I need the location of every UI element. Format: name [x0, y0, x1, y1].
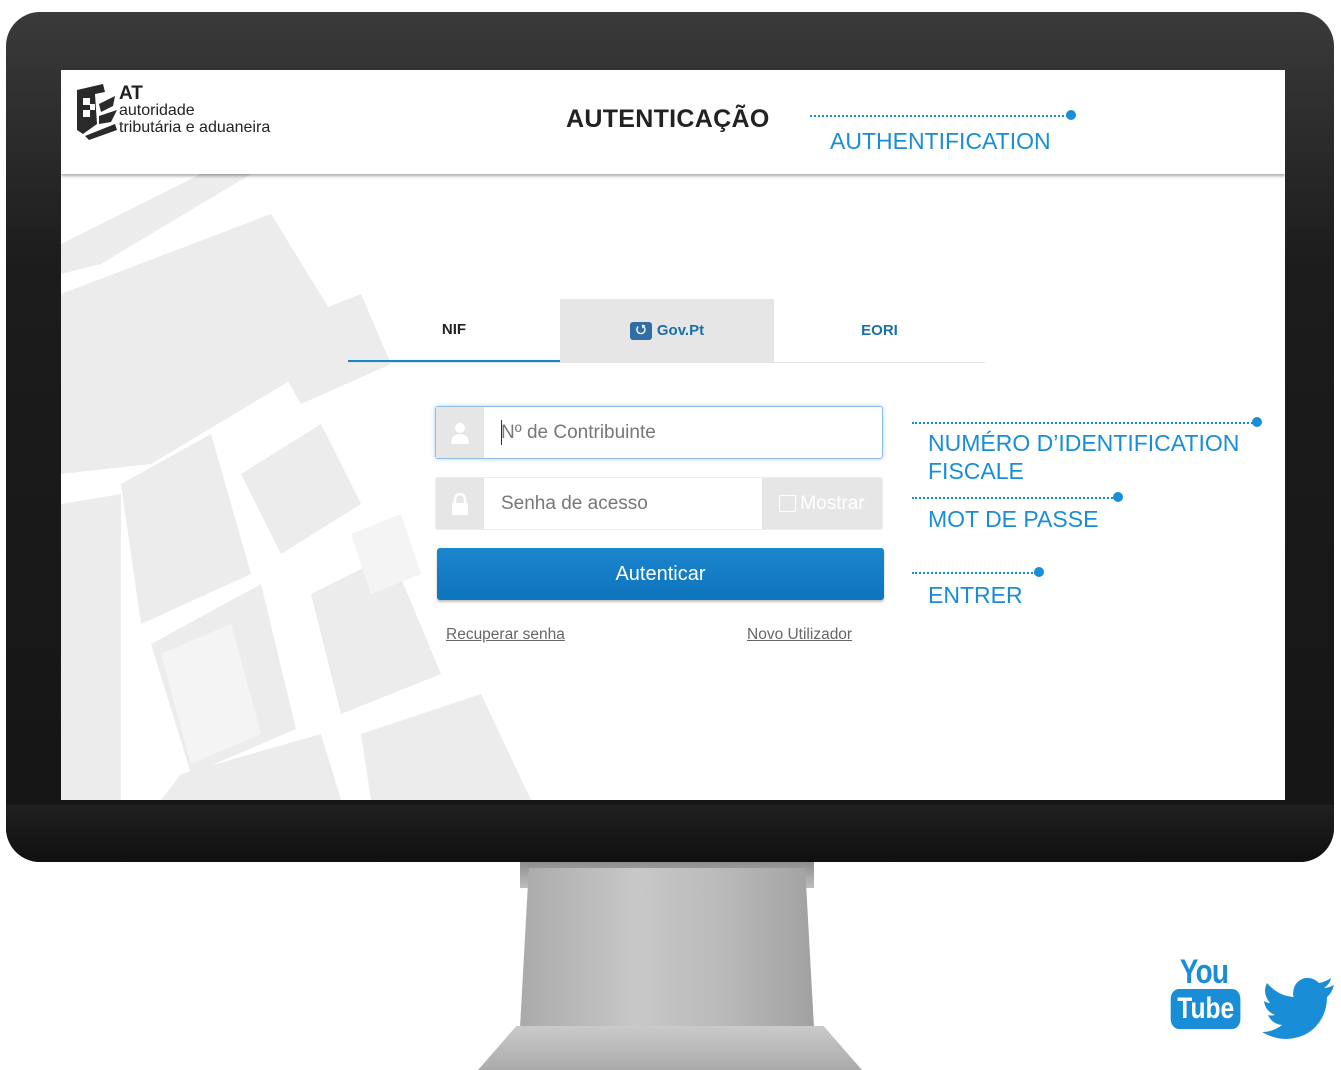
monitor-stand-base: [478, 1026, 862, 1070]
nif-field: [435, 406, 883, 459]
user-icon: [436, 407, 484, 458]
annotation-nif-line-2: FISCALE: [928, 458, 1024, 484]
annotation-password-text: MOT DE PASSE: [928, 506, 1099, 532]
password-input[interactable]: [484, 478, 761, 529]
annotation-nif-line: [912, 422, 1256, 424]
new-user-link[interactable]: Novo Utilizador: [747, 626, 852, 644]
annotation-title-line: [810, 115, 1068, 117]
monitor-chin: [6, 805, 1334, 862]
header-bar: AT autoridade tributária e aduaneira AUT…: [61, 70, 1285, 174]
page-title: AUTENTICAÇÃO: [566, 105, 770, 133]
annotation-nif-dot: [1252, 417, 1262, 427]
tab-nif[interactable]: NIF: [348, 299, 560, 362]
annotation-password-dot: [1113, 492, 1123, 502]
annotation-nif-line-1: NUMÉRO D’IDENTIFICATION: [928, 430, 1240, 456]
annotation-submit-text: ENTRER: [928, 582, 1023, 608]
annotation-submit-line: [912, 572, 1036, 574]
twitter-bird-icon[interactable]: [1262, 977, 1336, 1039]
monitor-stand: [520, 868, 814, 1028]
show-password-checkbox[interactable]: [779, 495, 797, 512]
tab-gov-pt[interactable]: ⭯ Gov.Pt: [560, 299, 774, 362]
authenticate-button[interactable]: Autenticar: [437, 548, 884, 600]
annotation-title-dot: [1066, 110, 1076, 120]
show-password-toggle[interactable]: Mostrar: [762, 478, 882, 529]
login-tabs: NIF ⭯ Gov.Pt EORI: [348, 299, 985, 363]
youtube-tube-text: Tube: [1170, 989, 1241, 1029]
annotation-title-text: AUTHENTIFICATION: [830, 128, 1051, 154]
text-cursor: [501, 420, 502, 445]
tab-nif-label: NIF: [441, 321, 467, 338]
nif-input[interactable]: [484, 407, 881, 458]
logo-text: AT autoridade tributária e aduaneira: [119, 83, 271, 136]
tab-eori-label: EORI: [861, 322, 898, 339]
gov-pt-icon: ⭯: [629, 321, 652, 340]
logo-line-1: autoridade: [119, 102, 195, 119]
annotation-nif-text: NUMÉRO D’IDENTIFICATION FISCALE: [928, 429, 1239, 485]
lock-icon: [436, 478, 484, 529]
logo-line-2: tributária e aduaneira: [119, 119, 271, 136]
at-logo-icon: [77, 84, 117, 140]
youtube-you-text: You: [1179, 953, 1229, 991]
recover-password-link[interactable]: Recuperar senha: [446, 626, 565, 644]
annotation-password-line: [912, 497, 1116, 499]
annotation-submit-dot: [1034, 567, 1044, 577]
show-password-label: Mostrar: [800, 492, 865, 514]
tab-gov-pt-label: Gov.Pt: [656, 322, 705, 339]
youtube-icon[interactable]: You Tube: [1163, 955, 1245, 1029]
tab-eori[interactable]: EORI: [774, 299, 985, 362]
logo-title: AT: [119, 83, 143, 104]
password-field: Mostrar: [435, 477, 883, 530]
